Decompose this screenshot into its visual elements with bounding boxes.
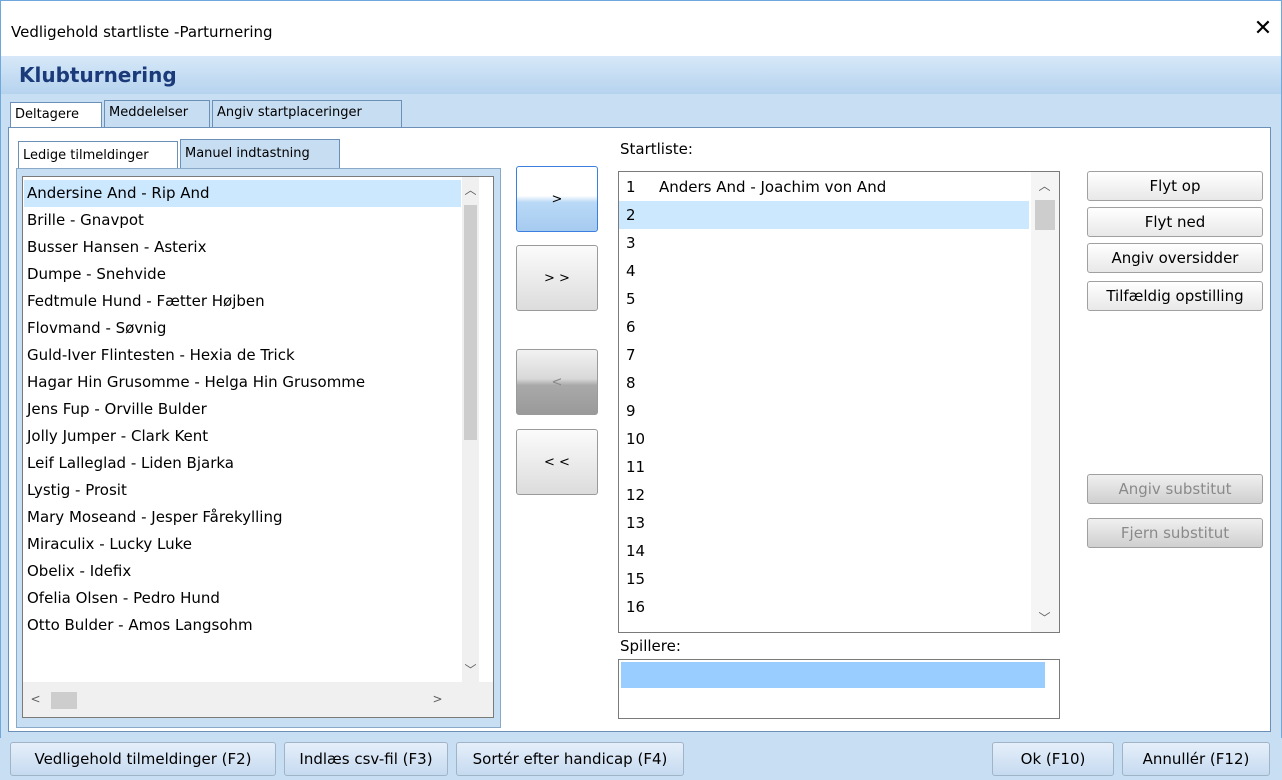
ok-button[interactable]: Ok (F10): [992, 742, 1114, 776]
window-title: Vedligehold startliste -Parturnering: [11, 23, 273, 41]
sort-handicap-button[interactable]: Sortér efter handicap (F4): [456, 742, 684, 776]
move-down-button[interactable]: Flyt ned: [1087, 207, 1263, 237]
row-number: 11: [626, 458, 646, 476]
remove-one-button[interactable]: <: [516, 349, 598, 415]
list-item[interactable]: Andersine And - Rip And: [27, 180, 210, 207]
startlist-row[interactable]: 16: [619, 593, 1029, 621]
list-item[interactable]: Busser Hansen - Asterix: [27, 234, 206, 261]
scroll-corner: [479, 682, 493, 717]
startlist-row[interactable]: 11: [619, 453, 1029, 481]
row-number: 13: [626, 514, 646, 532]
list-item[interactable]: Fedtmule Hund - Fætter Højben: [27, 288, 265, 315]
scroll-thumb[interactable]: [464, 205, 477, 440]
startlist-row[interactable]: 2: [619, 201, 1029, 229]
startlist-row[interactable]: 13: [619, 509, 1029, 537]
set-substitute-button[interactable]: Angiv substitut: [1087, 474, 1263, 504]
startlist-row[interactable]: 5: [619, 285, 1029, 313]
tab-angiv-startplaceringer[interactable]: Angiv startplaceringer: [212, 100, 402, 128]
scroll-left-icon[interactable]: <: [27, 691, 44, 708]
startlist-row[interactable]: 9: [619, 397, 1029, 425]
vertical-scrollbar[interactable]: ︿ ﹀: [462, 177, 479, 682]
row-number: 3: [626, 234, 636, 252]
row-number: 9: [626, 402, 636, 420]
row-number: 10: [626, 430, 646, 448]
import-csv-button[interactable]: Indlæs csv-fil (F3): [284, 742, 448, 776]
scroll-thumb[interactable]: [1035, 200, 1055, 230]
list-item[interactable]: Obelix - Idefix: [27, 558, 131, 585]
maintain-registrations-button[interactable]: Vedligehold tilmeldinger (F2): [10, 742, 276, 776]
tab-manuel-indtastning[interactable]: Manuel indtastning: [180, 139, 340, 169]
tab-meddelelser[interactable]: Meddelelser: [104, 100, 210, 128]
horizontal-scrollbar[interactable]: < >: [23, 682, 479, 717]
row-number: 5: [626, 290, 636, 308]
row-number: 8: [626, 374, 636, 392]
selected-highlight: [621, 662, 1045, 688]
random-arrangement-button[interactable]: Tilfældig opstilling: [1087, 281, 1263, 311]
list-item[interactable]: Otto Bulder - Amos Langsohm: [27, 612, 253, 639]
add-one-button[interactable]: >: [516, 166, 598, 232]
row-number: 12: [626, 486, 646, 504]
players-label: Spillere:: [620, 637, 681, 655]
cancel-button[interactable]: Annullér (F12): [1122, 742, 1270, 776]
list-item[interactable]: Dumpe - Snehvide: [27, 261, 166, 288]
tab-ledige-tilmeldinger[interactable]: Ledige tilmeldinger: [18, 141, 178, 170]
startlist-row[interactable]: 7: [619, 341, 1029, 369]
scroll-right-icon[interactable]: >: [429, 691, 446, 708]
close-icon[interactable]: ✕: [1249, 15, 1277, 43]
title-bar: Vedligehold startliste -Parturnering ✕: [0, 0, 1282, 56]
remove-substitute-button[interactable]: Fjern substitut: [1087, 518, 1263, 548]
row-number: 7: [626, 346, 636, 364]
startlist-row[interactable]: 1 Anders And - Joachim von And: [619, 173, 1029, 201]
tab-deltagere[interactable]: Deltagere: [10, 102, 102, 129]
move-up-button[interactable]: Flyt op: [1087, 171, 1263, 201]
add-all-button[interactable]: > >: [516, 245, 598, 311]
row-number: 6: [626, 318, 636, 336]
startlist-row[interactable]: 14: [619, 537, 1029, 565]
remove-all-button[interactable]: < <: [516, 429, 598, 495]
list-item[interactable]: Brille - Gnavpot: [27, 207, 144, 234]
row-number: 15: [626, 570, 646, 588]
startlist-row[interactable]: 6: [619, 313, 1029, 341]
startlist-label: Startliste:: [620, 140, 693, 158]
list-item[interactable]: Miraculix - Lucky Luke: [27, 531, 192, 558]
scroll-up-icon[interactable]: ︿: [1036, 178, 1053, 195]
page-title: Klubturnering: [19, 63, 177, 87]
startlist-row[interactable]: 10: [619, 425, 1029, 453]
list-item[interactable]: Leif Lalleglad - Liden Bjarka: [27, 450, 234, 477]
list-item[interactable]: Lystig - Prosit: [27, 477, 127, 504]
list-item[interactable]: Flovmand - Søvnig: [27, 315, 166, 342]
row-number: 4: [626, 262, 636, 280]
list-item[interactable]: Jolly Jumper - Clark Kent: [27, 423, 208, 450]
startlist-list[interactable]: 1 Anders And - Joachim von And 2 3 4 5 6 7 8 9 10 1…: [618, 171, 1060, 633]
row-number: 14: [626, 542, 646, 560]
list-item[interactable]: Ofelia Olsen - Pedro Hund: [27, 585, 220, 612]
startlist-row[interactable]: 8: [619, 369, 1029, 397]
available-entries-list[interactable]: Andersine And - Rip And Brille - Gnavpot B…: [22, 176, 494, 718]
startlist-row[interactable]: 15: [619, 565, 1029, 593]
players-list[interactable]: [618, 659, 1060, 719]
startlist-row[interactable]: 4: [619, 257, 1029, 285]
horizontal-scroll-thumb[interactable]: [51, 692, 77, 709]
list-item[interactable]: Guld-Iver Flintesten - Hexia de Trick: [27, 342, 295, 369]
set-bye-button[interactable]: Angiv oversidder: [1087, 243, 1263, 273]
list-item[interactable]: Hagar Hin Grusomme - Helga Hin Grusomme: [27, 369, 365, 396]
startlist-row[interactable]: 3: [619, 229, 1029, 257]
dialog-header: Klubturnering: [0, 56, 1282, 94]
row-number: 2: [626, 206, 636, 224]
scroll-down-icon[interactable]: ﹀: [1036, 610, 1053, 627]
row-pair-name: Anders And - Joachim von And: [659, 178, 887, 196]
scroll-up-icon[interactable]: ︿: [462, 182, 479, 199]
startlist-scrollbar[interactable]: ︿ ﹀: [1031, 172, 1059, 632]
scroll-down-icon[interactable]: ﹀: [462, 662, 479, 679]
row-number: 1: [626, 178, 636, 196]
list-item[interactable]: Jens Fup - Orville Bulder: [27, 396, 207, 423]
list-item[interactable]: Mary Moseand - Jesper Fårekylling: [27, 504, 283, 531]
row-number: 16: [626, 598, 646, 616]
startlist-row[interactable]: 12: [619, 481, 1029, 509]
